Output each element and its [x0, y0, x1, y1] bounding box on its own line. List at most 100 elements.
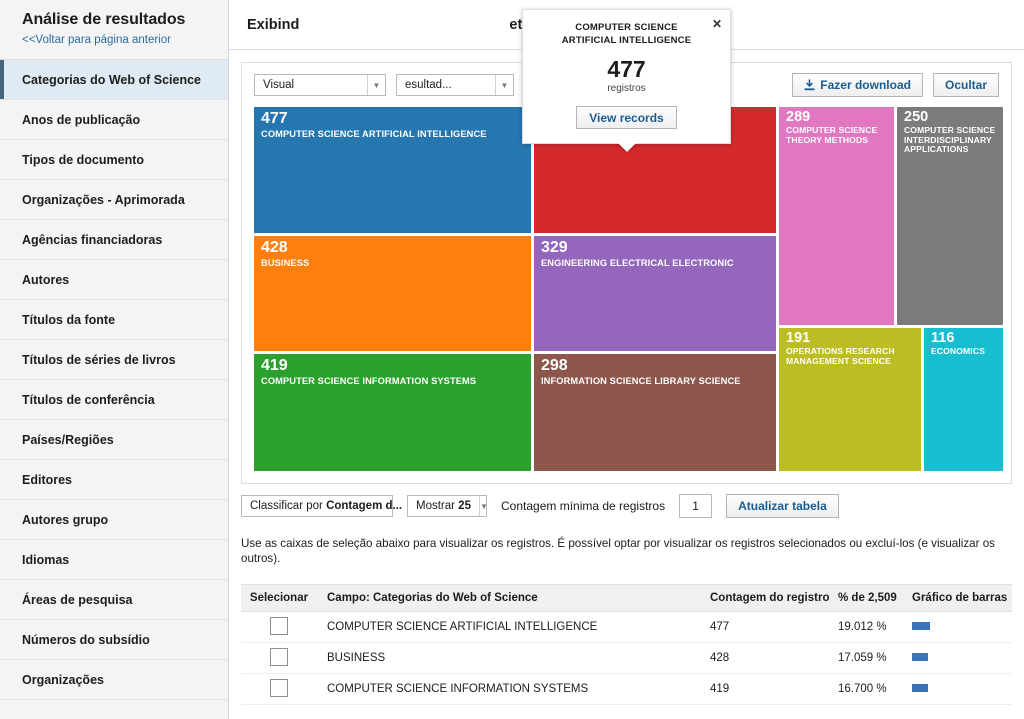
- treemap-tile-value: 289: [786, 109, 811, 125]
- treemap-tile-label: ENGINEERING ELECTRICAL ELECTRONIC: [541, 258, 734, 268]
- treemap-tile[interactable]: 191 OPERATIONS RESEARCH MANAGEMENT SCIENC…: [779, 328, 921, 471]
- treemap-tile-label: COMPUTER SCIENCE INTERDISCIPLINARY APPLI…: [904, 125, 996, 155]
- sidebar-item-8[interactable]: Títulos de conferência: [0, 380, 228, 420]
- sidebar-item-2[interactable]: Tipos de documento: [0, 140, 228, 180]
- sidebar-item-7[interactable]: Títulos de séries de livros: [0, 340, 228, 380]
- close-icon[interactable]: ✕: [712, 18, 722, 30]
- column-header-field: Campo: Categorias do Web of Science: [327, 592, 538, 604]
- treemap-tile[interactable]: 477 COMPUTER SCIENCE ARTIFICIAL INTELLIGE…: [254, 107, 531, 233]
- table-body: COMPUTER SCIENCE ARTIFICIAL INTELLIGENCE…: [241, 612, 1012, 705]
- hide-button[interactable]: Ocultar: [932, 73, 999, 97]
- treemap-tile[interactable]: 428 BUSINESS: [254, 236, 531, 351]
- row-bar-cell: [912, 621, 1012, 633]
- column-header-percent: % de 2,509: [838, 592, 897, 604]
- treemap-tile-label: COMPUTER SCIENCE INFORMATION SYSTEMS: [261, 376, 477, 386]
- min-records-label: Contagem mínima de registros: [501, 499, 666, 513]
- treemap-tile[interactable]: 116 ECONOMICS: [924, 328, 1003, 471]
- row-checkbox[interactable]: [270, 616, 288, 635]
- table-row: COMPUTER SCIENCE INFORMATION SYSTEMS 419 1…: [241, 674, 1012, 705]
- column-header-count: Contagem do registro: [710, 592, 830, 604]
- treemap-tile[interactable]: 289 COMPUTER SCIENCE THEORY METHODS: [779, 107, 894, 325]
- treemap-tile[interactable]: 298 INFORMATION SCIENCE LIBRARY SCIENCE: [534, 354, 776, 471]
- row-checkbox[interactable]: [270, 647, 288, 666]
- row-bar: [912, 653, 929, 661]
- row-select-cell: [241, 678, 317, 700]
- sidebar-item-label: Autores: [22, 272, 70, 287]
- sidebar-item-label: Anos de publicação: [22, 112, 141, 127]
- sidebar-item-14[interactable]: Números do subsídio: [0, 620, 228, 660]
- hide-button-label: Ocultar: [944, 78, 987, 92]
- sidebar-item-12[interactable]: Idiomas: [0, 540, 228, 580]
- show-count-select[interactable]: Mostrar 25 ▼: [407, 495, 488, 517]
- treemap-tile[interactable]: 250 COMPUTER SCIENCE INTERDISCIPLINARY AP…: [897, 107, 1003, 325]
- sidebar-item-label: Organizações - Aprimorada: [22, 192, 185, 207]
- sidebar-item-spacer: [0, 700, 228, 719]
- treemap-tile-value: 477: [261, 110, 288, 127]
- sidebar-item-1[interactable]: Anos de publicação: [0, 100, 228, 140]
- main-content: Exibind etitive intelligence) Visual ▼ e…: [229, 0, 1024, 719]
- row-bar-cell: [912, 652, 1012, 664]
- min-records-input[interactable]: [679, 494, 713, 518]
- sidebar-item-13[interactable]: Áreas de pesquisa: [0, 580, 228, 620]
- sidebar-item-11[interactable]: Autores grupo: [0, 500, 228, 540]
- header-title-left: Exibind: [247, 16, 300, 33]
- treemap-tile-value: 191: [786, 330, 811, 346]
- sidebar-item-label: Agências financiadoras: [22, 232, 163, 247]
- treemap-tile[interactable]: 419 COMPUTER SCIENCE INFORMATION SYSTEMS: [254, 354, 531, 471]
- chevron-down-icon: ▼: [367, 75, 385, 95]
- view-records-label: View records: [589, 110, 664, 125]
- back-link[interactable]: <<Voltar para página anterior: [22, 33, 214, 47]
- treemap-tile[interactable]: 329 ENGINEERING ELECTRICAL ELECTRONIC: [534, 236, 776, 351]
- tooltip-title: COMPUTER SCIENCE ARTIFICIAL INTELLIGENCE: [561, 22, 692, 46]
- column-header-bar: Gráfico de barras: [912, 592, 1008, 604]
- sidebar-item-label: Tipos de documento: [22, 152, 144, 167]
- treemap-tile-label: COMPUTER SCIENCE THEORY METHODS: [786, 125, 878, 145]
- sidebar-item-3[interactable]: Organizações - Aprimorada: [0, 180, 228, 220]
- treemap-tile-label: INFORMATION SCIENCE LIBRARY SCIENCE: [541, 376, 741, 386]
- sidebar-item-label: Títulos de séries de livros: [22, 352, 176, 367]
- sidebar-header: Análise de resultados <<Voltar para pági…: [0, 0, 228, 60]
- download-button[interactable]: Fazer download: [792, 73, 923, 97]
- update-table-label: Atualizar tabela: [738, 499, 827, 513]
- row-count: 428: [710, 652, 730, 664]
- sidebar-item-4[interactable]: Agências financiadoras: [0, 220, 228, 260]
- table-row: BUSINESS 428 17.059 %: [241, 643, 1012, 674]
- sidebar-item-9[interactable]: Países/Regiões: [0, 420, 228, 460]
- update-table-button[interactable]: Atualizar tabela: [726, 494, 839, 518]
- sidebar-item-label: Categorias do Web of Science: [22, 72, 201, 87]
- row-select-cell: [241, 616, 317, 638]
- treemap-chart: 477 COMPUTER SCIENCE ARTIFICIAL INTELLIGE…: [254, 107, 1003, 471]
- sidebar-item-label: Títulos da fonte: [22, 312, 116, 327]
- sidebar-item-15[interactable]: Organizações: [0, 660, 228, 700]
- sidebar-item-6[interactable]: Títulos da fonte: [0, 300, 228, 340]
- treemap-tile-label: COMPUTER SCIENCE ARTIFICIAL INTELLIGENCE: [261, 129, 487, 139]
- sidebar-item-0[interactable]: Categorias do Web of Science: [0, 60, 228, 100]
- row-field: COMPUTER SCIENCE ARTIFICIAL INTELLIGENCE: [327, 621, 598, 633]
- table-controls: Classificar por Contagem d... ▼ Mostrar …: [229, 494, 1024, 518]
- row-count: 477: [710, 621, 730, 633]
- sidebar-item-label: Áreas de pesquisa: [22, 592, 133, 607]
- sort-select[interactable]: Classificar por Contagem d... ▼: [241, 495, 419, 517]
- sidebar-item-10[interactable]: Editores: [0, 460, 228, 500]
- treemap-tile-value: 250: [904, 109, 929, 125]
- row-checkbox[interactable]: [270, 678, 288, 697]
- row-percent: 16.700 %: [838, 683, 887, 695]
- treemap-tile-value: 116: [931, 330, 955, 346]
- show-count-value: Mostrar 25: [416, 500, 471, 512]
- sidebar-item-label: Autores grupo: [22, 512, 109, 527]
- row-count: 419: [710, 683, 730, 695]
- treemap-tile-value: 329: [541, 239, 568, 256]
- results-select[interactable]: esultad... ▼: [396, 74, 514, 96]
- row-field: COMPUTER SCIENCE INFORMATION SYSTEMS: [327, 683, 589, 695]
- results-select-value: esultad...: [405, 79, 452, 91]
- sidebar-item-label: Números do subsídio: [22, 632, 150, 647]
- treemap-tile-label: BUSINESS: [261, 258, 310, 268]
- table-row: COMPUTER SCIENCE ARTIFICIAL INTELLIGENCE…: [241, 612, 1012, 643]
- visualization-select[interactable]: Visual ▼: [254, 74, 386, 96]
- row-bar-cell: [912, 683, 1012, 695]
- analyze-results-page: Análise de resultados <<Voltar para pági…: [0, 0, 1024, 719]
- row-field: BUSINESS: [327, 652, 386, 664]
- sidebar-item-5[interactable]: Autores: [0, 260, 228, 300]
- view-records-button[interactable]: View records: [576, 106, 677, 129]
- visualization-select-value: Visual: [263, 79, 295, 91]
